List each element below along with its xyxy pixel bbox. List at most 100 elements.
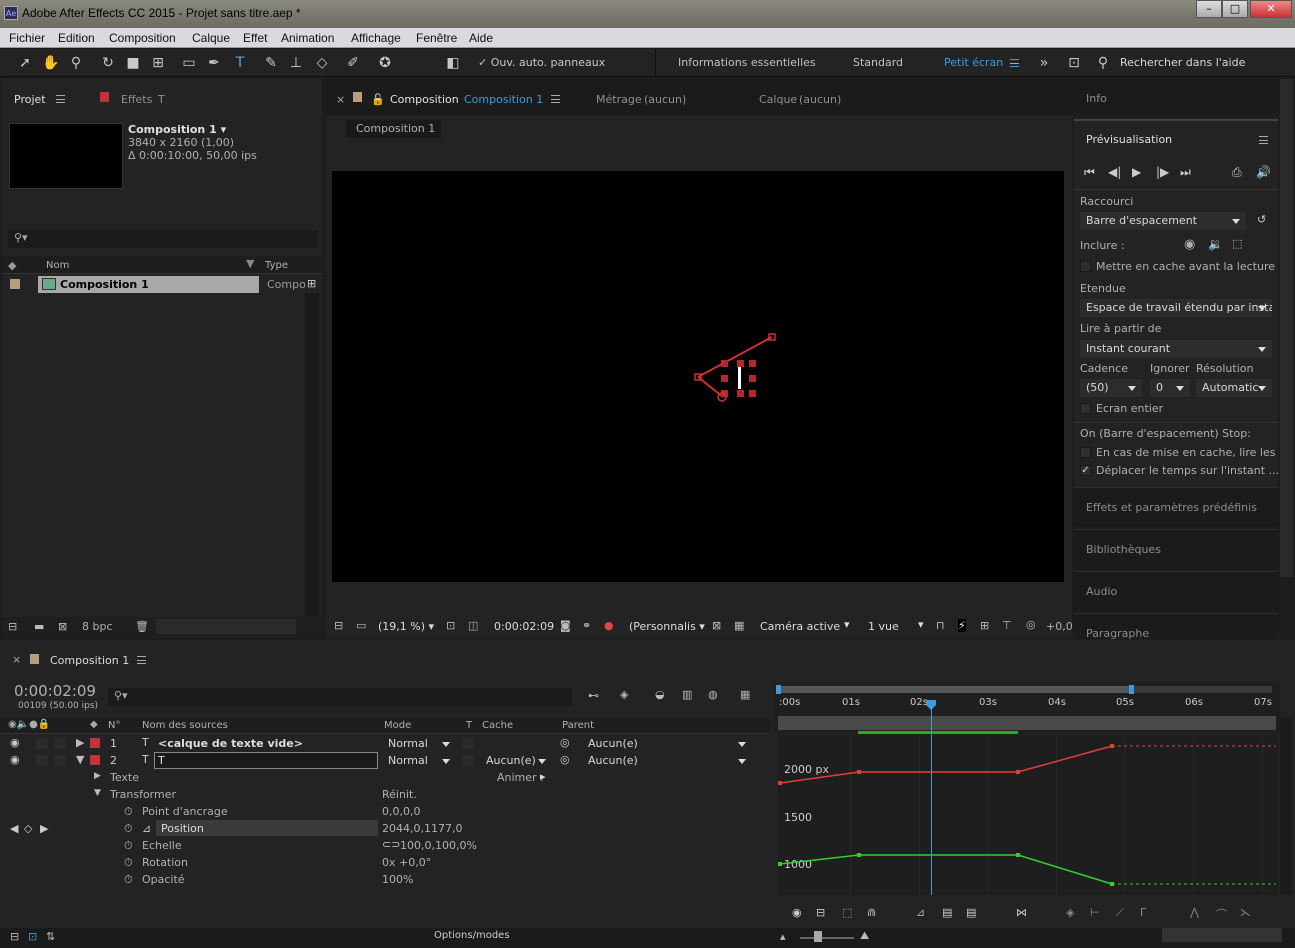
layer-name-edit-field[interactable] bbox=[154, 752, 378, 769]
trash-icon[interactable]: 🗑 bbox=[135, 620, 149, 633]
lock-toggle[interactable] bbox=[54, 738, 66, 749]
views-dropdown-arrow-icon[interactable]: ▾ bbox=[918, 618, 924, 631]
zoom-tool-icon[interactable]: ⚲ bbox=[67, 54, 85, 72]
separate-dimensions-icon[interactable]: ⋈ bbox=[1016, 906, 1027, 919]
workspace-small-screen[interactable]: Petit écran bbox=[944, 56, 1003, 69]
work-area-bar[interactable] bbox=[778, 716, 1276, 730]
keyframe-point[interactable] bbox=[1016, 853, 1020, 857]
include-overlays-icon[interactable]: ⬚ bbox=[1232, 237, 1242, 250]
prop-scale[interactable]: Echelle bbox=[142, 839, 182, 852]
constrain-proportions-icon[interactable]: ⊂⊃ bbox=[382, 838, 400, 851]
flowchart-icon[interactable]: ⊤ bbox=[1002, 619, 1012, 632]
stopwatch-icon[interactable]: ⏱ bbox=[124, 873, 133, 887]
auto-bezier-icon[interactable]: Γ bbox=[1140, 906, 1146, 919]
timeline-tab[interactable]: Composition 1 bbox=[50, 654, 129, 667]
first-frame-icon[interactable]: ⏮ bbox=[1084, 165, 1095, 180]
sync-settings-icon[interactable]: ⊡ bbox=[1065, 54, 1083, 72]
more-workspaces-icon[interactable]: » bbox=[1035, 54, 1053, 72]
clone-stamp-tool-icon[interactable]: ⊥ bbox=[287, 54, 305, 72]
pan-behind-tool-icon[interactable]: ⊞ bbox=[149, 54, 167, 72]
effects-presets-section[interactable]: Effets et paramètres prédéfinis bbox=[1074, 487, 1278, 527]
camera-dropdown[interactable]: Caméra active bbox=[760, 620, 840, 633]
easy-ease-out-icon[interactable]: ⋋ bbox=[1240, 906, 1251, 919]
timeline-hscroll[interactable] bbox=[1162, 928, 1282, 942]
zoom-in-icon[interactable]: ⛰ bbox=[860, 929, 869, 943]
timeline-icon[interactable]: ⊞ bbox=[980, 619, 989, 632]
zoom-out-icon[interactable]: ▴ bbox=[780, 930, 786, 943]
transform-group[interactable]: Transformer bbox=[110, 788, 176, 801]
edit-keyframe-icon[interactable]: ◈ bbox=[1066, 906, 1074, 919]
libraries-section[interactable]: Bibliothèques bbox=[1074, 529, 1278, 569]
col-cache[interactable]: Cache bbox=[482, 720, 513, 731]
menu-window[interactable]: Fenêtre bbox=[416, 31, 457, 45]
keyframe-point[interactable] bbox=[1016, 770, 1020, 774]
include-audio-icon[interactable]: 🔉 bbox=[1208, 237, 1223, 251]
keyframe-point[interactable] bbox=[1110, 882, 1114, 886]
track-matte-toggle[interactable] bbox=[462, 755, 474, 766]
in-out-icon[interactable]: ⇅ bbox=[46, 930, 55, 943]
layer-name[interactable]: <calque de texte vide> bbox=[158, 737, 303, 750]
camera-dropdown-arrow-icon[interactable]: ▾ bbox=[844, 618, 850, 631]
resolution-dropdown[interactable]: Automatic bbox=[1196, 379, 1272, 397]
pickwhip-icon[interactable]: ◎ bbox=[560, 753, 570, 766]
keyframe-point[interactable] bbox=[1110, 744, 1114, 748]
fast-previews-icon[interactable]: ⚡ bbox=[958, 619, 966, 632]
project-search-input[interactable] bbox=[8, 230, 318, 248]
audio-section[interactable]: Audio bbox=[1074, 571, 1278, 611]
comp-mini-flowchart-icon[interactable]: ⊷ bbox=[588, 689, 599, 702]
breadcrumb-label[interactable]: Composition 1 bbox=[356, 122, 435, 135]
stopwatch-active-icon[interactable]: ⏱ bbox=[124, 822, 133, 836]
reset-link[interactable]: Réinit. bbox=[382, 788, 417, 801]
time-navigator-range[interactable] bbox=[778, 686, 1132, 693]
framerate-dropdown[interactable]: (50) bbox=[1080, 379, 1142, 397]
tab-effects[interactable]: Effets bbox=[121, 93, 152, 106]
views-dropdown[interactable]: 1 vue bbox=[868, 620, 899, 633]
play-icon[interactable]: ▶ bbox=[1132, 165, 1141, 179]
prop-position[interactable]: Position bbox=[161, 822, 204, 835]
prop-opacity-value[interactable]: 100% bbox=[382, 873, 413, 886]
track-matte-toggle[interactable] bbox=[462, 738, 474, 749]
rotate-tool-icon[interactable]: ↻ bbox=[99, 54, 117, 72]
sort-icon[interactable]: ▼ bbox=[246, 257, 254, 270]
selection-tool-icon[interactable]: ➚ bbox=[16, 54, 34, 72]
text-tool-icon[interactable]: T bbox=[231, 54, 249, 72]
toggle-pixel-icon[interactable]: ⊓ bbox=[936, 619, 945, 632]
play-from-dropdown[interactable]: Instant courant bbox=[1080, 340, 1272, 358]
snapping-icon[interactable]: ◧ bbox=[444, 54, 462, 72]
prop-scale-value[interactable]: 100,0,100,0% bbox=[400, 839, 477, 852]
menu-layer[interactable]: Calque bbox=[192, 31, 230, 45]
keyframe-point[interactable] bbox=[857, 770, 861, 774]
zoom-slider-handle[interactable] bbox=[814, 931, 822, 942]
move-time-checkbox[interactable]: ✓ bbox=[1080, 465, 1091, 476]
stopwatch-icon[interactable]: ⏱ bbox=[124, 839, 133, 853]
parent-dropdown[interactable]: Aucun(e) bbox=[582, 735, 752, 753]
timeline-menu-icon[interactable] bbox=[137, 656, 146, 664]
pen-tool-icon[interactable]: ✒ bbox=[205, 54, 223, 72]
maximize-button[interactable]: □ bbox=[1222, 0, 1248, 18]
comp-viewer[interactable] bbox=[332, 171, 1064, 582]
workspace-standard[interactable]: Standard bbox=[853, 56, 903, 69]
snap-icon[interactable]: ⋒ bbox=[867, 906, 876, 919]
blend-mode-dropdown[interactable]: Normal bbox=[382, 752, 456, 770]
fit-all-icon[interactable]: ▤ bbox=[966, 906, 976, 919]
next-keyframe-icon[interactable]: ▶ bbox=[40, 822, 48, 835]
collapse-arrow-icon[interactable]: ▼ bbox=[76, 753, 84, 766]
shortcut-dropdown[interactable]: Barre d'espacement bbox=[1080, 212, 1246, 230]
solo-toggle[interactable] bbox=[36, 755, 48, 766]
close-timeline-icon[interactable]: × bbox=[12, 653, 21, 666]
zoom-dropdown[interactable]: (19,1 %) ▾ bbox=[378, 620, 434, 633]
previous-keyframe-icon[interactable]: ◀ bbox=[10, 822, 18, 835]
motion-blur-icon[interactable]: ◍ bbox=[708, 688, 718, 701]
camera-tool-icon[interactable]: ■ bbox=[124, 54, 142, 72]
navigator-start-handle[interactable] bbox=[776, 685, 781, 694]
project-item-name[interactable]: Composition 1 bbox=[60, 278, 149, 291]
collapse-arrow-icon[interactable]: ▼ bbox=[94, 788, 101, 798]
roi-icon[interactable]: ⊠ bbox=[712, 619, 721, 632]
workspace-essentials[interactable]: Informations essentielles bbox=[678, 56, 816, 69]
info-tab[interactable]: Info bbox=[1086, 92, 1107, 105]
roto-brush-tool-icon[interactable]: ✐ bbox=[344, 54, 362, 72]
menu-animation[interactable]: Animation bbox=[281, 31, 334, 45]
show-snapshot-icon[interactable]: ⚭ bbox=[582, 619, 591, 632]
fit-icon[interactable]: ⊡ bbox=[446, 619, 455, 632]
tab-footage[interactable]: Métrage bbox=[596, 93, 642, 106]
